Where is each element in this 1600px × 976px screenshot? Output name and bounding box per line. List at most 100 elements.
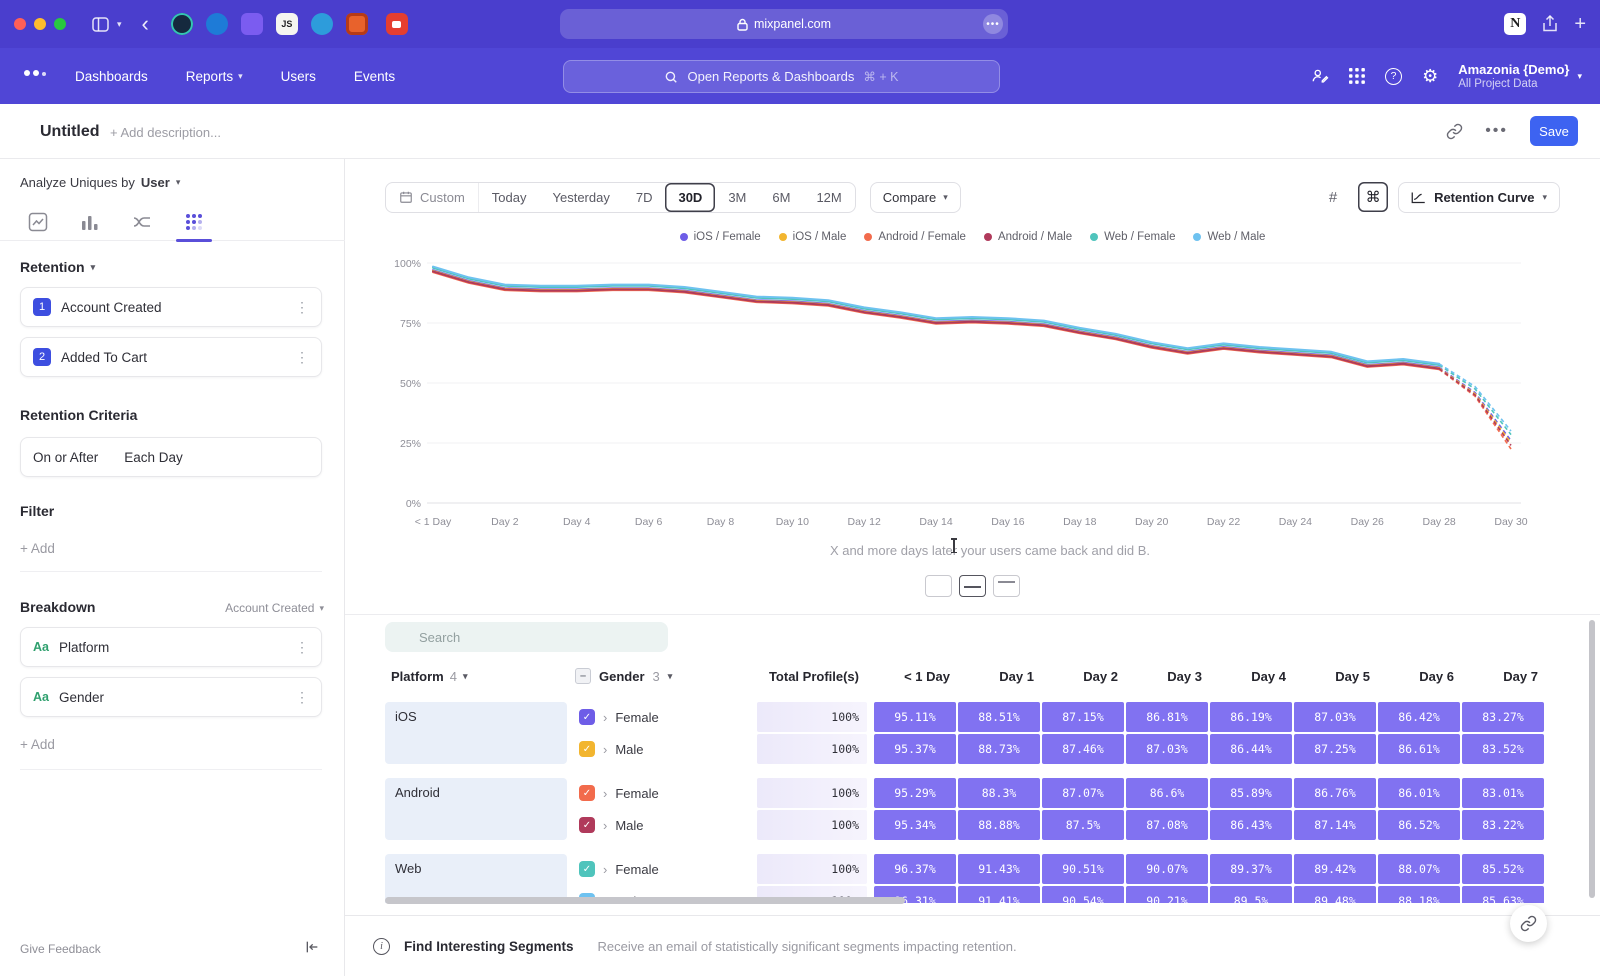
platform-column-header[interactable]: Platform 4 ▾ — [385, 669, 575, 684]
retention-value-cell[interactable]: 91.43% — [958, 854, 1040, 884]
split-view-toggle[interactable] — [959, 575, 986, 597]
date-range-6m[interactable]: 6M — [759, 183, 803, 212]
retention-value-cell[interactable]: 89.42% — [1294, 854, 1376, 884]
retention-value-cell[interactable]: 90.54% — [1042, 886, 1124, 903]
retention-value-cell[interactable]: 87.07% — [1042, 778, 1124, 808]
command-shortcut-icon[interactable]: ⌘ — [1358, 182, 1388, 212]
apps-grid-icon[interactable] — [1349, 68, 1365, 84]
breakdown-card-gender[interactable]: Aa Gender ⋮ — [20, 677, 322, 717]
back-button[interactable]: ‹ — [142, 13, 149, 35]
day-column-header[interactable]: Day 5 — [1294, 669, 1378, 684]
table-search-input[interactable] — [385, 622, 668, 652]
select-all-checkbox[interactable]: – — [575, 668, 591, 684]
legend-item[interactable]: Web / Male — [1193, 231, 1265, 243]
share-icon[interactable] — [1542, 15, 1558, 33]
platform-cell[interactable]: iOS — [385, 702, 567, 764]
collapse-sidebar-icon[interactable] — [304, 939, 320, 960]
date-range-custom[interactable]: Custom — [386, 183, 479, 212]
retention-value-cell[interactable]: 85.89% — [1210, 778, 1292, 808]
retention-value-cell[interactable]: 87.14% — [1294, 810, 1376, 840]
retention-value-cell[interactable]: 90.51% — [1042, 854, 1124, 884]
day-column-header[interactable]: < 1 Day — [874, 669, 958, 684]
retention-value-cell[interactable]: 86.43% — [1210, 810, 1292, 840]
retention-value-cell[interactable]: 86.42% — [1378, 702, 1460, 732]
video-app-icon[interactable] — [386, 13, 408, 35]
retention-value-cell[interactable]: 95.11% — [874, 702, 956, 732]
gender-column-header[interactable]: – Gender 3 ▾ — [575, 668, 757, 684]
retention-value-cell[interactable]: 86.6% — [1126, 778, 1208, 808]
total-profiles-header[interactable]: Total Profile(s) — [757, 669, 867, 684]
globe-extension-icon[interactable] — [311, 13, 333, 35]
retention-value-cell[interactable]: 83.01% — [1462, 778, 1544, 808]
retention-value-cell[interactable]: 96.37% — [874, 854, 956, 884]
series-checkbox[interactable]: ✓ — [579, 861, 595, 877]
nav-dashboards[interactable]: Dashboards — [75, 69, 148, 84]
chevron-down-icon[interactable]: ▾ — [117, 19, 122, 30]
retention-value-cell[interactable]: 83.27% — [1462, 702, 1544, 732]
date-range-30d[interactable]: 30D — [665, 183, 715, 212]
kebab-menu-icon[interactable]: ⋮ — [295, 689, 309, 706]
gender-cell[interactable]: ✓›Male — [575, 734, 757, 764]
series-checkbox[interactable]: ✓ — [579, 741, 595, 757]
nav-users[interactable]: Users — [281, 69, 316, 84]
global-search[interactable]: Open Reports & Dashboards ⌘ + K — [563, 60, 1000, 93]
compare-button[interactable]: Compare▾ — [870, 182, 961, 213]
kebab-menu-icon[interactable]: ⋮ — [295, 299, 309, 316]
retention-value-cell[interactable]: 85.52% — [1462, 854, 1544, 884]
sidebar-toggle-icon[interactable] — [92, 17, 109, 32]
settings-gear-icon[interactable]: ⚙ — [1422, 66, 1438, 87]
gender-cell[interactable]: ✓›Female — [575, 778, 757, 808]
retention-value-cell[interactable]: 87.03% — [1294, 702, 1376, 732]
add-filter-button[interactable]: + Add — [20, 541, 55, 556]
legend-item[interactable]: Web / Female — [1090, 231, 1175, 243]
hash-icon[interactable]: # — [1318, 182, 1348, 212]
legend-item[interactable]: Android / Female — [864, 231, 966, 243]
retention-chart[interactable]: 0%25%50%75%100%< 1 DayDay 2Day 4Day 6Day… — [363, 253, 1538, 539]
retention-value-cell[interactable]: 89.5% — [1210, 886, 1292, 903]
nav-reports[interactable]: Reports▾ — [186, 69, 243, 84]
day-column-header[interactable]: Day 2 — [1042, 669, 1126, 684]
close-window-button[interactable] — [14, 18, 26, 30]
retention-value-cell[interactable]: 86.52% — [1378, 810, 1460, 840]
day-column-header[interactable]: Day 6 — [1378, 669, 1462, 684]
retention-value-cell[interactable]: 86.44% — [1210, 734, 1292, 764]
breakdown-scope-select[interactable]: Account Created▾ — [225, 601, 324, 615]
footer-title[interactable]: Find Interesting Segments — [404, 939, 574, 954]
retention-section-header[interactable]: Retention▾ — [20, 259, 95, 275]
day-column-header[interactable]: Day 3 — [1126, 669, 1210, 684]
vertical-scrollbar[interactable] — [1589, 620, 1595, 898]
retention-value-cell[interactable]: 87.08% — [1126, 810, 1208, 840]
retention-value-cell[interactable]: 87.15% — [1042, 702, 1124, 732]
gender-cell[interactable]: ✓›Male — [575, 810, 757, 840]
retention-value-cell[interactable]: 87.03% — [1126, 734, 1208, 764]
criteria-card[interactable]: On or After Each Day — [20, 437, 322, 477]
date-range-3m[interactable]: 3M — [715, 183, 759, 212]
retention-value-cell[interactable]: 91.41% — [958, 886, 1040, 903]
retention-value-cell[interactable]: 95.29% — [874, 778, 956, 808]
table-only-toggle[interactable] — [993, 575, 1020, 597]
expand-chevron-icon[interactable]: › — [603, 818, 607, 833]
retention-value-cell[interactable]: 86.19% — [1210, 702, 1292, 732]
address-bar[interactable]: mixpanel.com ••• — [560, 9, 1008, 39]
new-tab-icon[interactable]: + — [1574, 13, 1586, 36]
day-column-header[interactable]: Day 4 — [1210, 669, 1294, 684]
tab-funnels[interactable] — [77, 209, 103, 235]
chart-type-selector[interactable]: Retention Curve ▾ — [1398, 182, 1560, 213]
retention-value-cell[interactable]: 95.34% — [874, 810, 956, 840]
retention-value-cell[interactable]: 90.21% — [1126, 886, 1208, 903]
retention-value-cell[interactable]: 88.07% — [1378, 854, 1460, 884]
retention-value-cell[interactable]: 95.37% — [874, 734, 956, 764]
notion-tab-icon[interactable]: N — [1504, 13, 1526, 35]
series-checkbox[interactable]: ✓ — [579, 709, 595, 725]
retention-value-cell[interactable]: 86.61% — [1378, 734, 1460, 764]
retention-value-cell[interactable]: 83.22% — [1462, 810, 1544, 840]
retention-value-cell[interactable]: 86.76% — [1294, 778, 1376, 808]
retention-value-cell[interactable]: 86.81% — [1126, 702, 1208, 732]
clock-extension-icon[interactable] — [171, 13, 193, 35]
criteria-interval[interactable]: Each Day — [124, 450, 183, 465]
legend-item[interactable]: Android / Male — [984, 231, 1072, 243]
page-options-icon[interactable]: ••• — [983, 14, 1003, 34]
cube-extension-icon[interactable] — [241, 13, 263, 35]
date-range-yesterday[interactable]: Yesterday — [540, 183, 623, 212]
retention-value-cell[interactable]: 87.25% — [1294, 734, 1376, 764]
